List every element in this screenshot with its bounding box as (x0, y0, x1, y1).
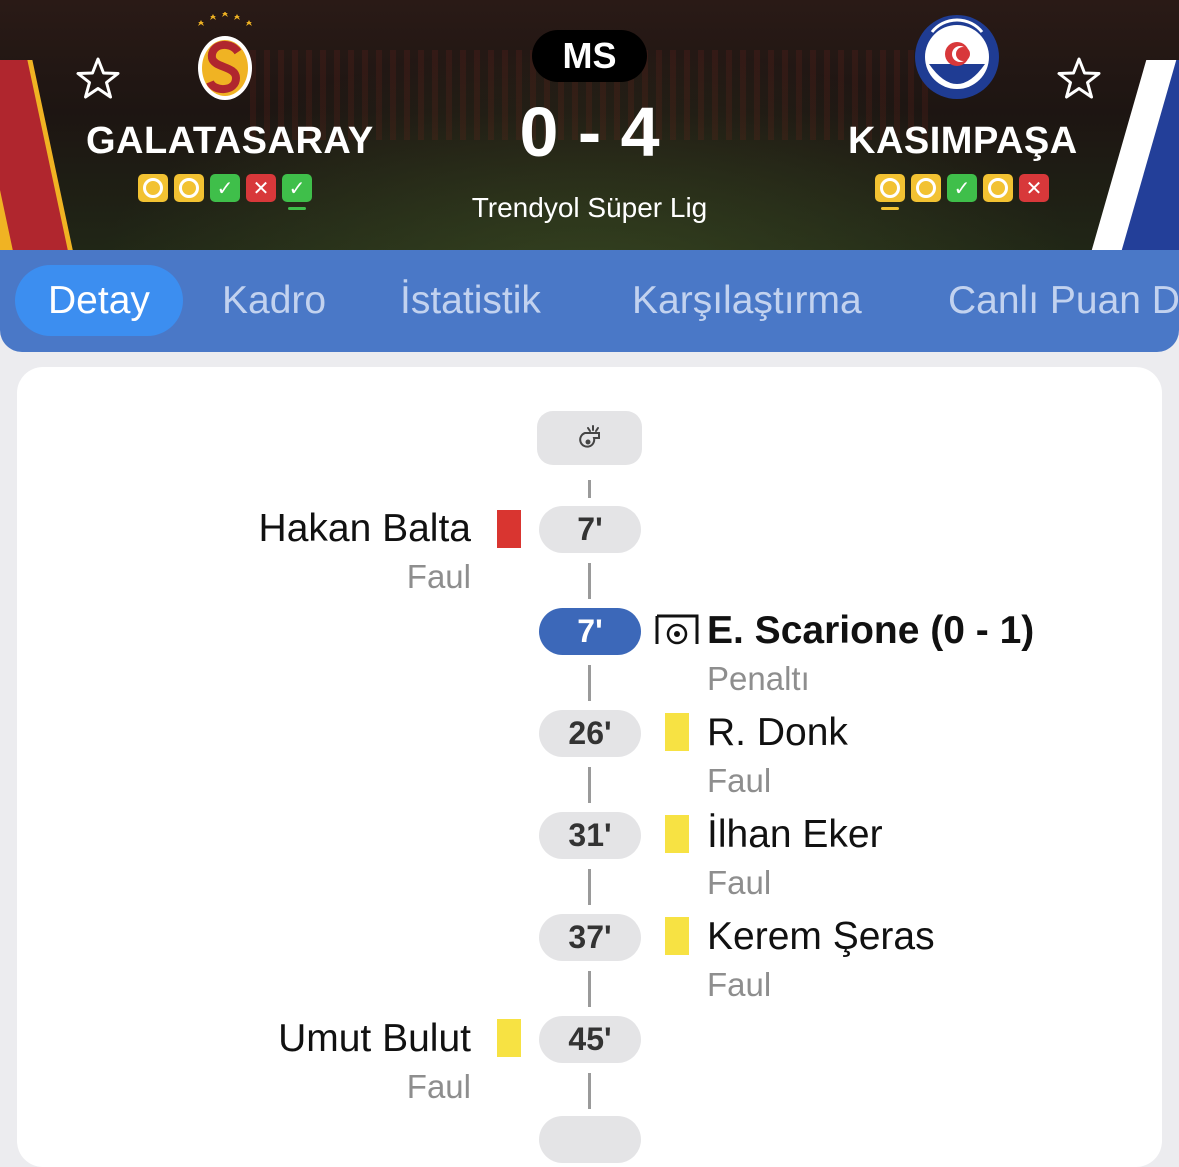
event-minute: 26' (539, 710, 641, 757)
tab-canli-puan[interactable]: Canlı Puan D (948, 265, 1179, 336)
match-status-badge: MS (532, 30, 647, 82)
form-draw-icon (174, 174, 204, 202)
galatasaray-logo[interactable] (180, 11, 270, 102)
next-event-minute-partial (539, 1116, 641, 1163)
event-detail: Faul (707, 864, 772, 901)
match-score: 0 - 4 (519, 93, 660, 171)
form-draw-icon (911, 174, 941, 202)
away-team-name[interactable]: KASIMPAŞA (848, 120, 1078, 163)
yellow-card-icon (665, 917, 689, 955)
goal-net-icon (654, 612, 700, 650)
tab-istatistik[interactable]: İstatistik (400, 265, 541, 336)
whistle-icon (578, 425, 600, 448)
tab-bar: Detay Kadro İstatistik Karşılaştırma Can… (0, 250, 1179, 352)
match-header: GALATASARAY KASIMPAŞA ✓ ✕ ✓ ✓ ✕ MS 0 - 4 Tr… (0, 0, 1179, 250)
event-detail: Faul (707, 966, 772, 1003)
tab-kadro[interactable]: Kadro (222, 265, 326, 336)
tab-karsilastirma[interactable]: Karşılaştırma (632, 265, 862, 336)
event-minute: 7' (539, 506, 641, 553)
red-card-icon (497, 510, 521, 548)
yellow-card-icon (497, 1019, 521, 1057)
form-latest-marker (881, 207, 899, 210)
form-loss-icon: ✕ (246, 174, 276, 202)
form-draw-icon (138, 174, 168, 202)
event-minute: 37' (539, 914, 641, 961)
event-player[interactable]: E. Scarione (0 - 1) (707, 609, 1034, 653)
form-draw-icon (983, 174, 1013, 202)
event-minute: 45' (539, 1016, 641, 1063)
kickoff-marker (537, 411, 642, 465)
event-detail: Faul (406, 558, 471, 595)
event-player[interactable]: Umut Bulut (278, 1017, 471, 1061)
home-color-stripe-red (0, 60, 83, 250)
timeline-connector (588, 869, 591, 905)
event-detail: Penaltı (707, 660, 810, 697)
timeline-connector (588, 480, 591, 498)
form-latest-marker (288, 207, 306, 210)
timeline-connector (588, 971, 591, 1007)
yellow-card-icon (665, 713, 689, 751)
league-name[interactable]: Trendyol Süper Lig (400, 192, 779, 224)
form-win-icon: ✓ (210, 174, 240, 202)
event-player[interactable]: İlhan Eker (707, 813, 883, 857)
form-win-icon: ✓ (282, 174, 312, 210)
kasimpasa-logo[interactable] (912, 12, 1002, 102)
home-form-guide: ✓ ✕ ✓ (138, 174, 312, 210)
timeline-connector (588, 1073, 591, 1109)
timeline-connector (588, 665, 591, 701)
event-detail: Faul (707, 762, 772, 799)
form-draw-icon (875, 174, 905, 210)
event-minute-goal: 7' (539, 608, 641, 655)
event-player[interactable]: R. Donk (707, 711, 848, 755)
timeline-connector (588, 767, 591, 803)
favorite-home-star-icon[interactable] (74, 55, 122, 103)
away-form-guide: ✓ ✕ (875, 174, 1049, 210)
event-player[interactable]: Kerem Şeras (707, 915, 935, 959)
home-team-name[interactable]: GALATASARAY (86, 120, 374, 163)
tab-detay[interactable]: Detay (15, 265, 183, 336)
event-player[interactable]: Hakan Balta (259, 507, 471, 551)
form-win-icon: ✓ (947, 174, 977, 202)
event-detail: Faul (406, 1068, 471, 1105)
event-minute: 31' (539, 812, 641, 859)
timeline-connector (588, 563, 591, 599)
favorite-away-star-icon[interactable] (1055, 55, 1103, 103)
form-loss-icon: ✕ (1019, 174, 1049, 202)
yellow-card-icon (665, 815, 689, 853)
